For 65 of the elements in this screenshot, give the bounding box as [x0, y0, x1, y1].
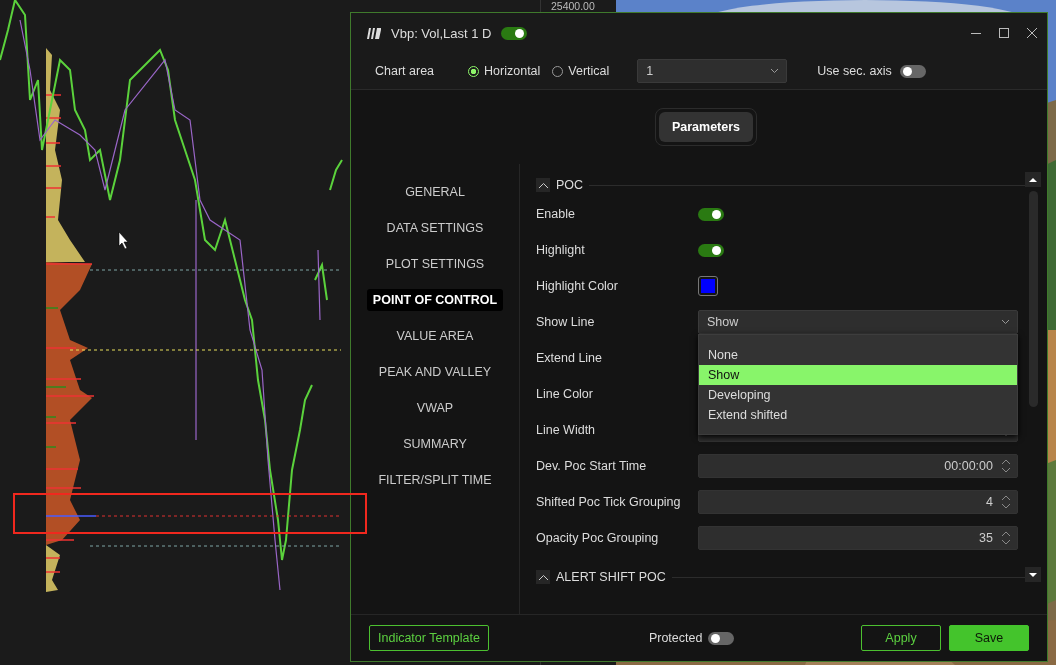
toggle-switch[interactable] — [708, 631, 735, 645]
field-value: 4 — [986, 495, 993, 509]
radio-button[interactable]: Horizontal — [468, 64, 541, 78]
toggle-switch[interactable] — [899, 64, 926, 78]
nav-item[interactable]: VALUE AREA — [390, 325, 480, 347]
collapse-button[interactable] — [536, 178, 550, 192]
maximize-icon[interactable] — [999, 28, 1009, 38]
field-label: Shifted Poc Tick Grouping — [536, 495, 682, 509]
nav-item[interactable]: GENERAL — [399, 181, 471, 203]
field-label: Opacity Poc Grouping — [536, 531, 660, 545]
nav-item[interactable]: POINT OF CONTROL — [366, 289, 504, 311]
field-value: 00:00:00 — [944, 459, 993, 473]
close-icon[interactable] — [1027, 28, 1037, 38]
color-swatch[interactable] — [698, 276, 718, 296]
scroll-down-button[interactable] — [1025, 567, 1041, 582]
price-label: 25400.00 — [551, 0, 595, 12]
nav-item[interactable]: PLOT SETTINGS — [379, 253, 491, 275]
number-field[interactable]: 4 — [698, 490, 1018, 514]
nav-item[interactable]: DATA SETTINGS — [380, 217, 490, 239]
chart-area-label: Chart area — [375, 64, 435, 78]
field-label: Line Width — [536, 423, 597, 437]
toggle-switch[interactable] — [501, 26, 528, 40]
nav-item[interactable]: SUMMARY — [397, 433, 473, 455]
caret-icon — [1002, 320, 1009, 324]
scroll-up-button[interactable] — [1025, 172, 1041, 187]
caret-icon — [771, 69, 779, 73]
save-button[interactable]: Save — [949, 625, 1029, 651]
field-label: Enable — [536, 207, 576, 221]
menu-option[interactable]: Extend shifted — [699, 405, 1017, 425]
dropdown[interactable]: 1 — [637, 59, 788, 83]
field-value: 35 — [979, 531, 993, 545]
section-title: ALERT SHIFT POC — [556, 570, 666, 584]
nav-item[interactable]: FILTER/SPLIT TIME — [372, 469, 498, 491]
template-button[interactable]: Indicator Template — [369, 625, 489, 651]
toggle-switch[interactable] — [698, 243, 724, 257]
radio-button[interactable]: Vertical — [552, 64, 610, 78]
logo-icon — [367, 27, 381, 39]
cursor-icon — [118, 231, 129, 250]
sec-axis-label: Use sec. axis — [817, 64, 892, 78]
menu-option[interactable]: None — [699, 345, 1017, 365]
section-title: POC — [556, 178, 584, 192]
field-label: Extend Line — [536, 351, 604, 365]
toggle-switch[interactable] — [698, 207, 724, 221]
collapse-button[interactable] — [536, 570, 550, 584]
number-field[interactable]: 35 — [698, 526, 1018, 550]
window-title: Vbp: Vol,Last 1 D — [391, 25, 492, 41]
field-label: Dev. Poc Start Time — [536, 459, 648, 473]
chevron-up-icon — [538, 182, 548, 188]
number-field[interactable]: 00:00:00 — [698, 454, 1018, 478]
field-label: Highlight Color — [536, 279, 619, 293]
field-label: Highlight — [536, 243, 586, 257]
tab[interactable]: Parameters — [659, 112, 753, 142]
field-label: Line Color — [536, 387, 594, 401]
menu-option[interactable]: Developing — [699, 385, 1017, 405]
menu-option[interactable]: Show — [699, 365, 1017, 385]
nav-item[interactable]: VWAP — [410, 397, 460, 419]
field-label: Show Line — [536, 315, 596, 329]
protected-label: Protected — [648, 631, 703, 645]
nav-item[interactable]: PEAK AND VALLEY — [372, 361, 498, 383]
chevron-up-icon — [538, 574, 548, 580]
dropdown[interactable]: Show — [698, 310, 1018, 334]
apply-button[interactable]: Apply — [861, 625, 941, 651]
arrow-up-icon — [1029, 177, 1037, 182]
minimize-icon[interactable] — [971, 32, 981, 34]
arrow-down-icon — [1029, 572, 1037, 577]
